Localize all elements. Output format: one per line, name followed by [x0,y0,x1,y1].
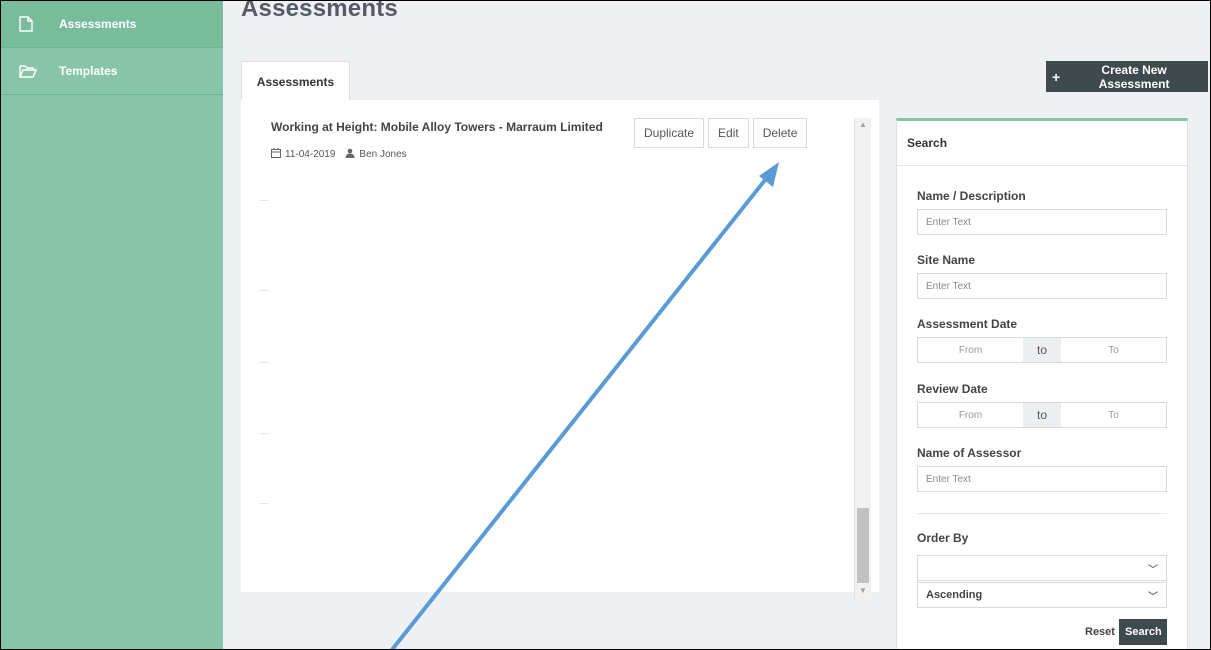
assessor-input[interactable] [917,466,1167,492]
search-button[interactable]: Search [1119,619,1167,645]
sidebar-item-assessments[interactable]: Assessments [1,1,223,48]
order-by-field-select[interactable]: ﹀ [917,555,1167,581]
divider [259,200,269,201]
plus-icon: + [1052,68,1061,85]
assessment-meta: 11-04-2019 Ben Jones [271,148,407,161]
sidebar-item-templates[interactable]: Templates [1,48,223,95]
tab-assessments[interactable]: Assessments [241,61,350,102]
divider [259,290,269,291]
assessment-actions: Duplicate Edit Delete [634,118,808,148]
chevron-down-icon: ﹀ [1148,591,1158,603]
range-separator: to [1023,338,1061,362]
site-name-label: Site Name [917,253,976,267]
edit-button[interactable]: Edit [708,118,749,148]
assessments-list-panel: Working at Height: Mobile Alloy Towers -… [241,100,879,592]
divider [259,503,269,504]
assessment-date-range: From to To [917,337,1167,363]
list-scrollbar[interactable]: ▲ ▼ [854,118,871,602]
scrollbar-thumb[interactable] [857,508,869,583]
assessor-label: Name of Assessor [917,446,1022,460]
sidebar-item-label: Templates [59,64,118,78]
search-panel: Search Name / Description Site Name Asse… [896,118,1188,649]
assessment-author: Ben Jones [359,149,407,160]
name-description-label: Name / Description [917,189,1026,203]
assessment-title[interactable]: Working at Height: Mobile Alloy Towers -… [271,120,603,134]
review-date-range: From to To [917,402,1167,428]
assessment-date-to[interactable]: To [1061,338,1166,362]
calendar-icon [271,148,281,161]
scroll-up-icon[interactable]: ▲ [855,118,871,132]
order-direction-value: Ascending [926,589,983,601]
main-content: Assessments + Create New Assessment Asse… [223,0,1210,649]
divider [917,513,1167,514]
assessment-date: 11-04-2019 [285,149,336,160]
reset-button[interactable]: Reset [1077,619,1123,645]
range-separator: to [1023,403,1061,427]
search-heading: Search [897,121,1187,166]
delete-button[interactable]: Delete [752,118,808,148]
duplicate-button[interactable]: Duplicate [634,118,705,148]
scroll-down-icon[interactable]: ▼ [855,584,871,598]
assessment-date-from[interactable]: From [918,338,1023,362]
site-name-input[interactable] [917,273,1167,299]
create-new-assessment-button[interactable]: + Create New Assessment [1046,61,1208,92]
folder-open-icon [19,63,41,79]
order-direction-select[interactable]: Ascending ﹀ [917,582,1167,608]
document-icon [19,16,41,32]
divider [259,362,269,363]
assessment-date-label: Assessment Date [917,317,1018,331]
chevron-down-icon: ﹀ [1148,564,1158,576]
app-window: Assessments Templates Assessments + Crea… [0,0,1211,650]
review-date-label: Review Date [917,382,988,396]
create-button-label: Create New Assessment [1098,62,1170,91]
sidebar-item-label: Assessments [59,17,137,31]
user-icon [345,148,355,161]
name-description-input[interactable] [917,209,1167,235]
page-title: Assessments [241,0,398,22]
review-date-to[interactable]: To [1061,403,1166,427]
review-date-from[interactable]: From [918,403,1023,427]
order-by-label: Order By [917,531,969,545]
sidebar: Assessments Templates [1,1,223,649]
divider [259,433,269,434]
